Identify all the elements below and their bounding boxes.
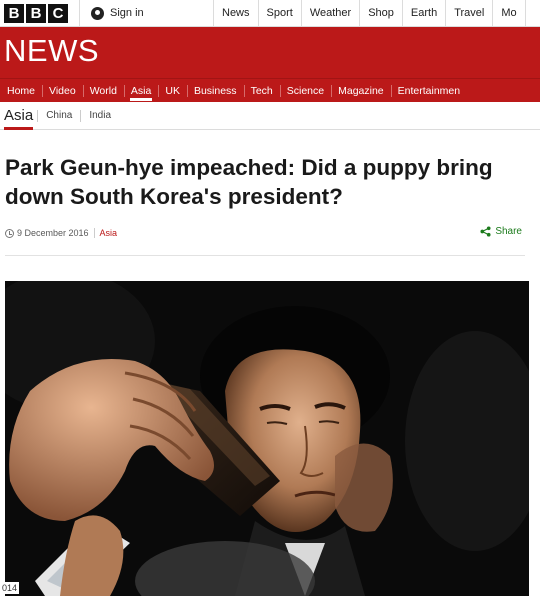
user-icon (91, 6, 104, 20)
section-nav: Home Video World Asia UK Business Tech S… (0, 78, 540, 102)
article-meta: 9 December 2016 Asia (5, 228, 117, 238)
bbc-logo-letter: B (26, 3, 46, 23)
bbc-logo-letter: C (48, 3, 68, 23)
sub-nav-china[interactable]: China (37, 109, 80, 122)
sub-nav: Asia China India (0, 102, 540, 130)
sign-in-label: Sign in (110, 7, 144, 19)
sign-in-link[interactable]: Sign in (80, 0, 214, 26)
top-nav-shop[interactable]: Shop (360, 0, 403, 26)
section-nav-video[interactable]: Video (42, 79, 83, 102)
sub-nav-current[interactable]: Asia (0, 102, 37, 130)
top-nav-sport[interactable]: Sport (259, 0, 302, 26)
section-nav-uk[interactable]: UK (158, 79, 187, 102)
header-divider (5, 255, 525, 256)
clock-icon (5, 228, 14, 238)
news-logo[interactable]: NEWS (4, 33, 99, 69)
top-nav-news[interactable]: News (214, 0, 259, 26)
section-nav-business[interactable]: Business (186, 79, 244, 102)
top-nav-weather[interactable]: Weather (302, 0, 361, 26)
top-nav-travel[interactable]: Travel (446, 0, 494, 26)
meta-divider (93, 228, 95, 238)
photo-illustration (5, 281, 529, 596)
bbc-logo[interactable]: B B C (0, 0, 80, 26)
section-nav-magazine[interactable]: Magazine (331, 79, 391, 102)
section-nav-entertainment[interactable]: Entertainmen (390, 79, 467, 102)
bbc-top-bar: B B C Sign in News Sport Weather Shop Ea… (0, 0, 540, 27)
section-nav-home[interactable]: Home (0, 79, 42, 102)
share-icon (480, 226, 491, 237)
article-section-link[interactable]: Asia (100, 228, 118, 238)
news-masthead: NEWS (0, 27, 540, 78)
sub-nav-india[interactable]: India (80, 109, 119, 122)
section-nav-science[interactable]: Science (279, 79, 331, 102)
section-nav-asia[interactable]: Asia (123, 79, 158, 102)
article-date: 9 December 2016 (17, 228, 89, 238)
article-photo (5, 281, 529, 596)
photo-credit: 014 (0, 582, 20, 594)
section-nav-tech[interactable]: Tech (243, 79, 280, 102)
article-headline: Park Geun-hye impeached: Did a puppy bri… (5, 155, 493, 209)
top-nav-more[interactable]: Mo (493, 0, 526, 26)
share-button[interactable]: Share (480, 226, 522, 237)
bbc-logo-letter: B (4, 3, 24, 23)
share-label: Share (495, 226, 522, 237)
top-nav-earth[interactable]: Earth (403, 0, 447, 26)
section-nav-world[interactable]: World (82, 79, 124, 102)
top-nav: News Sport Weather Shop Earth Travel Mo (214, 0, 526, 26)
